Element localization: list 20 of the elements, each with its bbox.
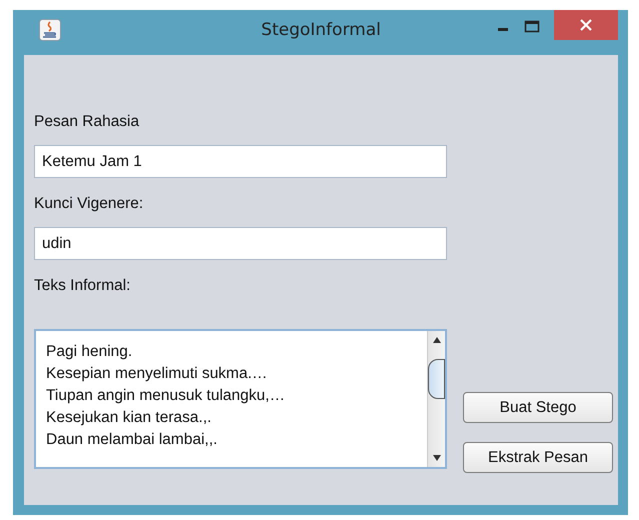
scrollbar-thumb[interactable] bbox=[428, 359, 445, 399]
text-line: Daun melambai lambai,,. bbox=[46, 430, 218, 450]
coffee-cup-icon bbox=[39, 18, 61, 40]
text-line: Kesejukan kian terasa.,. bbox=[46, 408, 212, 428]
action-button[interactable]: Ekstrak Pesan bbox=[463, 442, 613, 473]
window-title: StegoInformal bbox=[260, 20, 382, 40]
maximize-icon[interactable] bbox=[524, 20, 540, 34]
close-button[interactable] bbox=[554, 10, 618, 40]
text-line: Pagi hening. bbox=[46, 342, 134, 362]
action-button[interactable]: Buat Stego bbox=[463, 392, 613, 423]
text-line: Tiupan angin menusuk tulangku,… bbox=[46, 386, 286, 406]
input-field[interactable]: Ketemu Jam 1 bbox=[34, 145, 447, 178]
input-field[interactable]: udin bbox=[34, 227, 447, 260]
scrollbar[interactable] bbox=[427, 331, 445, 467]
text-area[interactable]: Pagi hening. Kesepian menyelimuti sukma.… Tiupan angin menusuk tulangku,… Kesejukan kian terasa.,. Daun melambai lambai,,. bbox=[34, 329, 447, 469]
close-icon bbox=[579, 18, 593, 32]
text-line: Kesepian menyelimuti sukma.… bbox=[46, 364, 268, 384]
field-label: Pesan Rahasia bbox=[34, 112, 140, 132]
field-label: Kunci Vigenere: bbox=[34, 194, 144, 214]
field-label: Teks Informal: bbox=[34, 276, 130, 296]
